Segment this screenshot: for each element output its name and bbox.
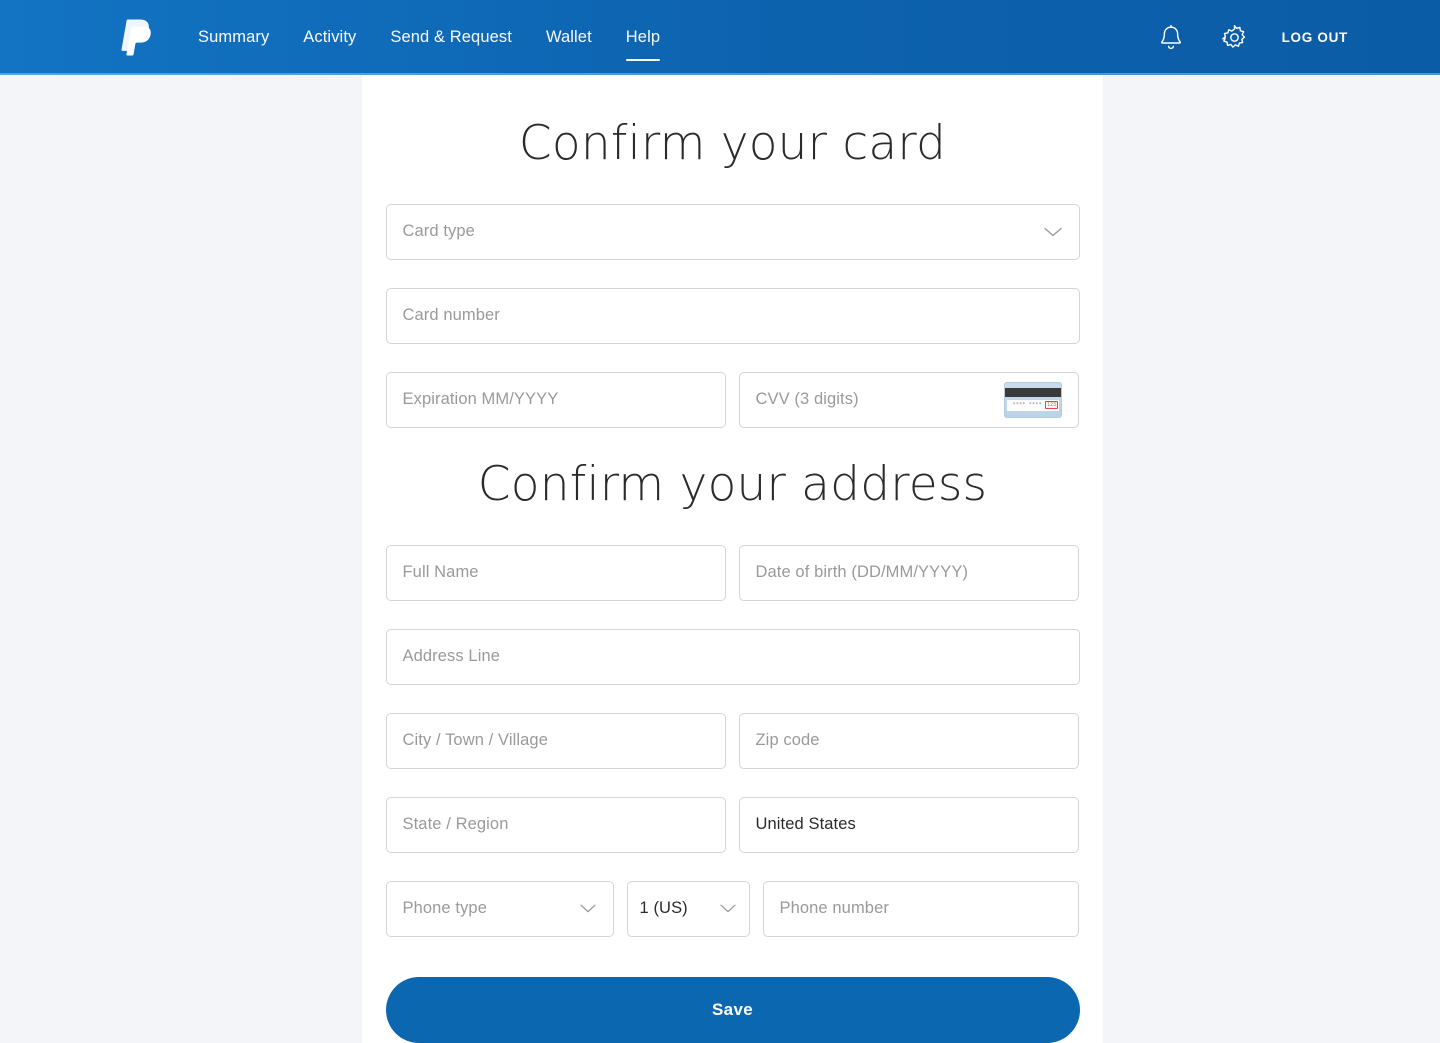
phone-number-value: Phone number (779, 899, 889, 917)
cvv-highlight-box: 123 (1045, 401, 1059, 410)
bell-icon[interactable] (1154, 21, 1188, 55)
country-input[interactable]: United States (738, 796, 1079, 853)
state-value: State / Region (402, 815, 509, 833)
masked-digits-1: **** (1012, 402, 1026, 409)
phone-type-select[interactable]: Phone type (385, 880, 614, 937)
logout-button[interactable]: LOG OUT (1282, 30, 1348, 45)
nav-label: Help (625, 28, 661, 46)
nav-label: Send & Request (390, 28, 512, 46)
phone-country-code-value: 1 (US) (639, 899, 688, 917)
save-button-wrap: Save (385, 976, 1080, 1043)
gear-icon[interactable] (1218, 21, 1252, 55)
address-line-row: Address Line (385, 628, 1080, 685)
nav-label: Summary (198, 28, 270, 46)
nav-item-wallet[interactable]: Wallet (529, 22, 609, 53)
address-line-value: Address Line (402, 647, 501, 665)
phone-number-input[interactable]: Phone number (762, 880, 1079, 937)
chevron-down-icon (1043, 226, 1063, 238)
nav-label: Wallet (545, 28, 592, 46)
nav-label: Activity (303, 28, 357, 46)
city-zip-row: City / Town / Village Zip code (385, 712, 1080, 769)
card-number-value: Card number (402, 306, 500, 325)
page-title-address: Confirm your address (477, 456, 988, 512)
card-type-value: Card type (402, 222, 475, 241)
page-background: Confirm your card Card type Card number (0, 75, 1440, 1043)
header-actions: LOG OUT (1154, 21, 1348, 55)
phone-row: Phone type 1 (US) Phone number (385, 880, 1080, 937)
zip-code-value: Zip code (755, 731, 820, 749)
nav-item-send-request[interactable]: Send & Request (373, 22, 529, 53)
date-of-birth-input[interactable]: Date of birth (DD/MM/YYYY) (738, 544, 1079, 601)
city-input[interactable]: City / Town / Village (385, 712, 726, 769)
paypal-logo-icon[interactable] (113, 15, 157, 61)
card-number-input[interactable]: Card number (385, 287, 1080, 344)
zip-code-input[interactable]: Zip code (738, 712, 1079, 769)
state-country-row: State / Region United States (385, 796, 1080, 853)
magnetic-stripe (1004, 387, 1061, 397)
card-number-row: Card number (385, 287, 1080, 344)
main-nav: Summary Activity Send & Request Wallet H… (181, 22, 677, 61)
save-button[interactable]: Save (385, 976, 1080, 1043)
date-of-birth-value: Date of birth (DD/MM/YYYY) (755, 563, 969, 581)
full-name-value: Full Name (402, 563, 479, 581)
signature-panel: **** **** 123 (1006, 399, 1059, 411)
cvv-input[interactable]: CVV (3 digits) **** **** 123 (738, 371, 1079, 428)
content-card: Confirm your card Card type Card number (362, 75, 1103, 1043)
nav-item-help[interactable]: Help (609, 22, 677, 61)
cvv-value: CVV (3 digits) (755, 390, 859, 409)
address-line-input[interactable]: Address Line (385, 628, 1080, 685)
expiry-cvv-row: Expiration MM/YYYY CVV (3 digits) **** *… (385, 371, 1080, 428)
phone-type-value: Phone type (402, 899, 487, 917)
masked-digits-2: **** (1028, 402, 1042, 409)
full-name-input[interactable]: Full Name (385, 544, 726, 601)
card-back-cvv-icon: **** **** 123 (1003, 381, 1062, 418)
nav-item-summary[interactable]: Summary (181, 22, 286, 53)
card-type-row: Card type (385, 203, 1080, 260)
state-input[interactable]: State / Region (385, 796, 726, 853)
expiration-input[interactable]: Expiration MM/YYYY (385, 371, 726, 428)
nav-item-activity[interactable]: Activity (286, 22, 373, 53)
expiration-value: Expiration MM/YYYY (402, 390, 559, 409)
city-value: City / Town / Village (402, 731, 548, 749)
country-value: United States (755, 815, 856, 833)
chevron-down-icon (579, 903, 597, 914)
site-header: Summary Activity Send & Request Wallet H… (0, 0, 1440, 75)
card-type-select[interactable]: Card type (385, 203, 1080, 260)
phone-country-code-select[interactable]: 1 (US) (626, 880, 750, 937)
confirm-card-form: Confirm your card Card type Card number (385, 75, 1080, 1043)
chevron-down-icon (719, 903, 737, 914)
name-dob-row: Full Name Date of birth (DD/MM/YYYY) (385, 544, 1080, 601)
page-title-card: Confirm your card (518, 116, 947, 171)
